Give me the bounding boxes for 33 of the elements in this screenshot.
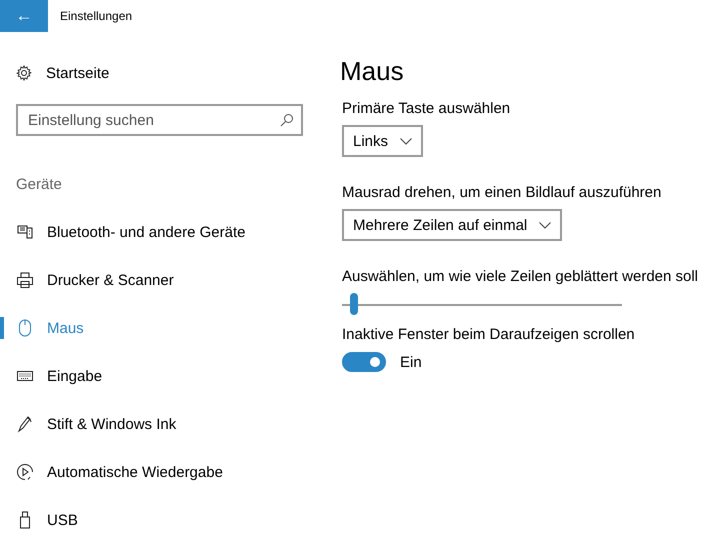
home-link[interactable]: Startseite	[46, 64, 110, 82]
nav-item[interactable]: Automatische Wiedergabe	[0, 448, 326, 496]
dropdown[interactable]: Links	[342, 125, 424, 157]
chevron-down-icon	[539, 222, 552, 228]
search-icon	[280, 113, 294, 127]
pen-icon	[16, 415, 34, 433]
nav-item[interactable]: Drucker & Scanner	[0, 256, 326, 304]
nav-item[interactable]: Maus	[0, 304, 326, 352]
window-title: Einstellungen	[60, 9, 132, 23]
usb-drive-icon	[19, 511, 31, 529]
settings-icon	[16, 65, 32, 81]
dropdown[interactable]: Mehrere Zeilen auf einmal	[342, 209, 562, 241]
slider-thumb[interactable]	[350, 293, 358, 315]
nav-item[interactable]: USB	[0, 496, 326, 537]
keyboard-icon	[17, 370, 33, 382]
keyboard-device-icon	[17, 224, 33, 240]
section-heading: Geräte	[16, 176, 63, 195]
nav-item[interactable]: Eingabe	[0, 352, 326, 400]
printer-icon	[16, 271, 34, 289]
setting-label: Inaktive Fenster beim Daraufzeigen scrollen	[342, 326, 635, 343]
nav-item[interactable]: Bluetooth- und andere Geräte	[0, 208, 326, 256]
nav-item[interactable]: Stift & Windows Ink	[0, 400, 326, 448]
chevron-down-icon	[400, 138, 412, 144]
setting-label: Primäre Taste auswählen	[342, 100, 510, 117]
mouse-icon	[18, 319, 32, 337]
toggle-state: Ein	[400, 354, 422, 370]
page-title: Maus	[340, 56, 404, 87]
play-circle-icon	[16, 463, 34, 481]
back-button[interactable]: ←	[0, 0, 48, 32]
setting-label: Auswählen, um wie viele Zeilen geblättert werden soll	[342, 268, 698, 285]
search-field[interactable]: Einstellung suchen	[16, 104, 303, 136]
toggle-switch[interactable]	[342, 352, 386, 372]
setting-label: Mausrad drehen, um einen Bildlauf auszuführen	[342, 184, 662, 201]
